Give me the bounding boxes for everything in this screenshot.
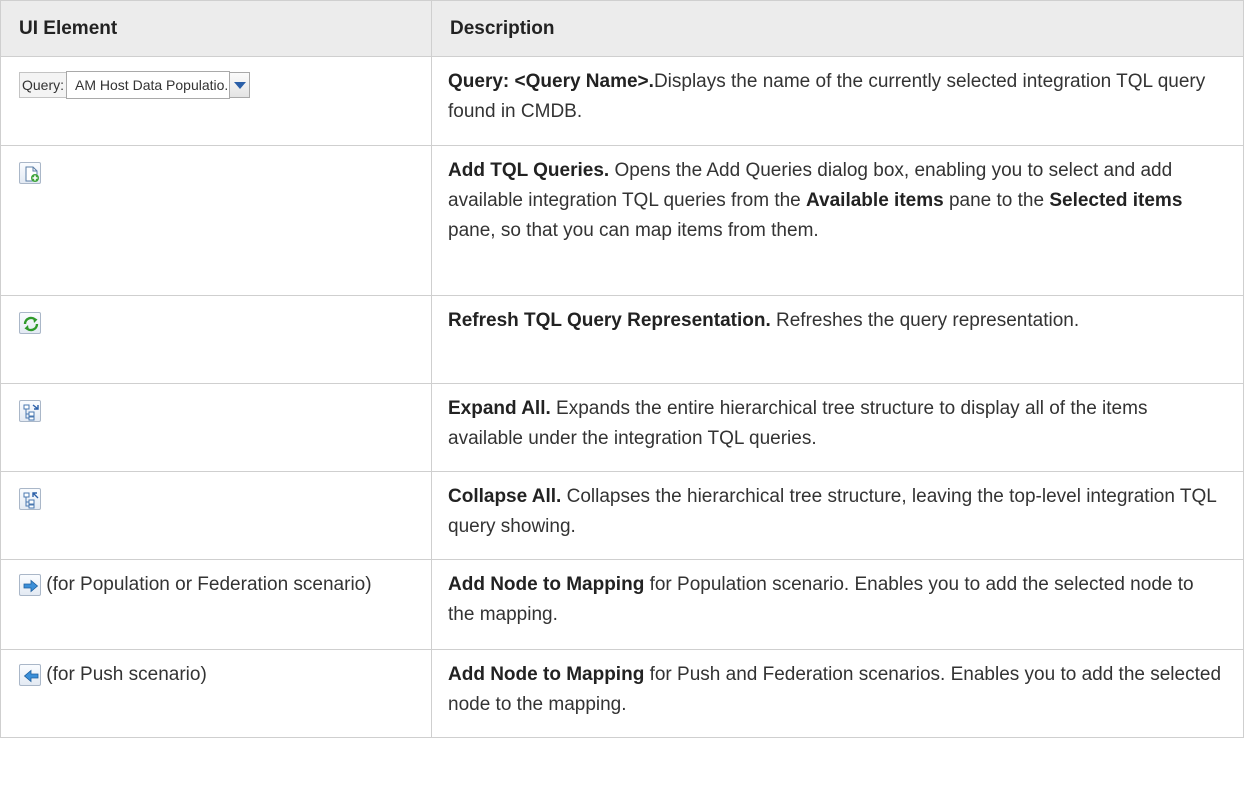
- desc-title: Refresh TQL Query Representation.: [448, 310, 771, 331]
- ui-element-cell: [0, 471, 432, 560]
- ui-element-cell: (for Population or Federation scenario): [0, 559, 432, 650]
- desc-title: Expand All.: [448, 398, 551, 419]
- desc-text: Refreshes the query representation.: [770, 310, 1080, 331]
- description-cell: Add Node to Mapping for Population scena…: [431, 559, 1244, 650]
- ui-element-cell: [0, 383, 432, 472]
- table-header-row: UI Element Description: [0, 0, 1244, 57]
- table-row: (for Push scenario) Add Node to Mapping …: [0, 649, 1244, 738]
- ui-element-cell: [0, 145, 432, 296]
- ui-element-cell: (for Push scenario): [0, 649, 432, 738]
- description-cell: Query: <Query Name>.Displays the name of…: [431, 56, 1244, 146]
- description-cell: Add TQL Queries. Opens the Add Queries d…: [431, 145, 1244, 296]
- description-cell: Add Node to Mapping for Push and Federat…: [431, 649, 1244, 738]
- chevron-down-icon[interactable]: [230, 72, 251, 98]
- desc-title: Add Node to Mapping: [448, 664, 645, 685]
- desc-text: pane to the: [943, 190, 1050, 211]
- ui-element-cell: Query: AM Host Data Populatio...: [0, 56, 432, 146]
- desc-text: Collapses the hierarchical tree structur…: [448, 486, 1217, 537]
- description-cell: Expand All. Expands the entire hierarchi…: [431, 383, 1244, 472]
- table-row: Add TQL Queries. Opens the Add Queries d…: [0, 145, 1244, 296]
- header-ui-element: UI Element: [0, 0, 432, 57]
- table-row: (for Population or Federation scenario) …: [0, 559, 1244, 650]
- query-label: Query:: [19, 72, 67, 98]
- desc-text: pane, so that you can map items from the…: [448, 220, 819, 241]
- description-cell: Refresh TQL Query Representation. Refres…: [431, 295, 1244, 384]
- desc-emphasis: Available items: [806, 190, 944, 211]
- table-row: Expand All. Expands the entire hierarchi…: [0, 383, 1244, 472]
- description-cell: Collapse All. Collapses the hierarchical…: [431, 471, 1244, 560]
- refresh-icon[interactable]: [19, 311, 41, 334]
- desc-emphasis: Selected items: [1049, 190, 1183, 211]
- query-selector[interactable]: Query: AM Host Data Populatio...: [19, 71, 251, 99]
- element-note: (for Population or Federation scenario): [41, 574, 372, 595]
- arrow-right-icon[interactable]: [19, 574, 41, 596]
- desc-title: Query: <Query Name>.: [448, 71, 654, 92]
- table-row: Refresh TQL Query Representation. Refres…: [0, 295, 1244, 384]
- ui-elements-table: UI Element Description Query: AM Host Da…: [0, 0, 1244, 738]
- expand-all-icon[interactable]: [19, 399, 41, 422]
- desc-title: Add TQL Queries.: [448, 160, 610, 181]
- collapse-all-icon[interactable]: [19, 487, 41, 510]
- desc-title: Add Node to Mapping: [448, 574, 645, 595]
- header-description: Description: [431, 0, 1244, 57]
- ui-element-cell: [0, 295, 432, 384]
- table-row: Collapse All. Collapses the hierarchical…: [0, 471, 1244, 560]
- desc-title: Collapse All.: [448, 486, 562, 507]
- query-value[interactable]: AM Host Data Populatio...: [66, 71, 231, 99]
- table-row: Query: AM Host Data Populatio... Query: …: [0, 56, 1244, 146]
- element-note: (for Push scenario): [41, 664, 207, 685]
- add-queries-icon[interactable]: [19, 161, 41, 184]
- desc-text: Expands the entire hierarchical tree str…: [448, 398, 1148, 449]
- arrow-left-icon[interactable]: [19, 664, 41, 686]
